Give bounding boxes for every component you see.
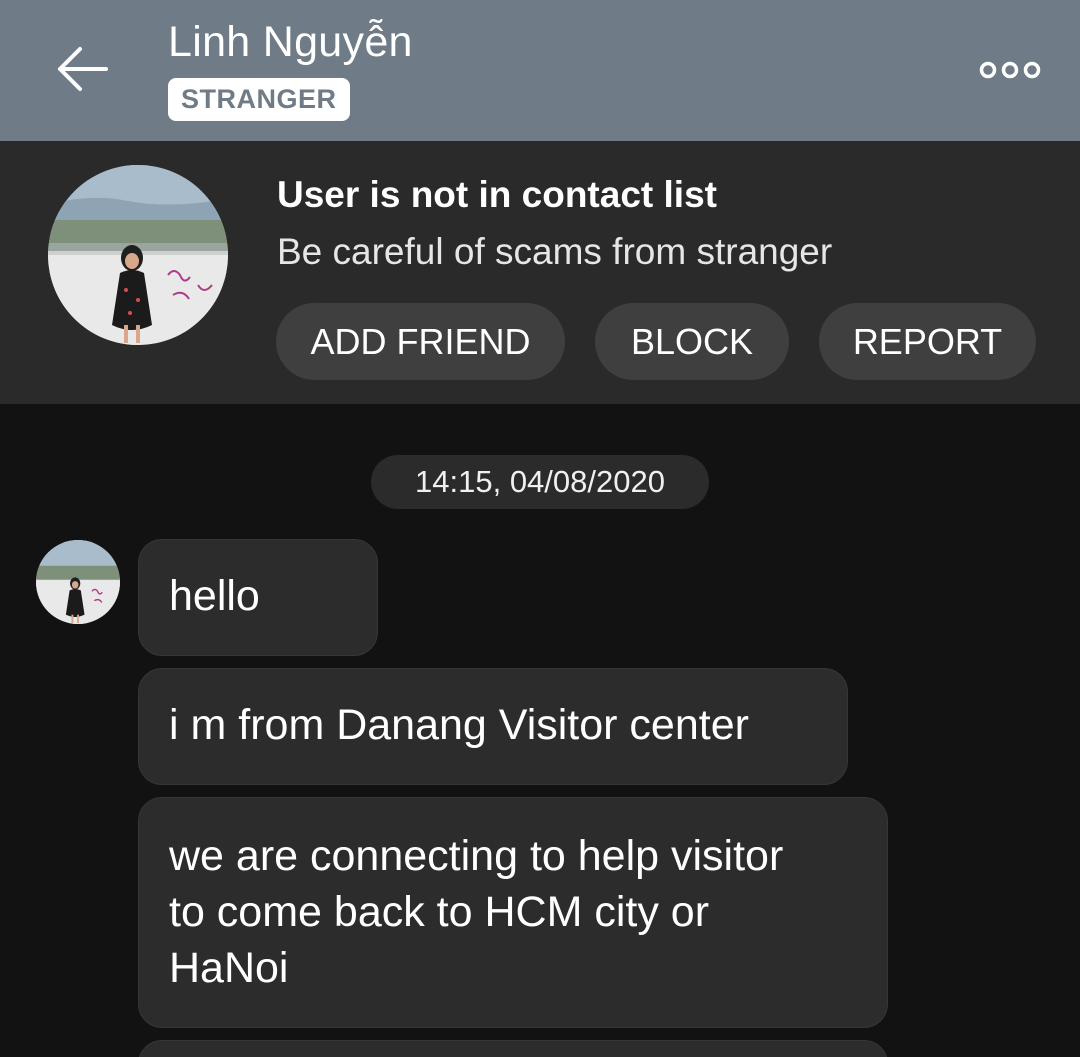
report-button[interactable]: REPORT [819, 303, 1036, 380]
message-timestamp: 14:15, 04/08/2020 [371, 455, 709, 509]
message-bubble[interactable]: hello [138, 539, 378, 656]
back-button[interactable] [50, 40, 114, 98]
chat-header: Linh Nguyễn STRANGER [0, 0, 1080, 141]
add-friend-button[interactable]: ADD FRIEND [276, 303, 565, 380]
message-bubble[interactable]: i m from Danang Visitor center [138, 668, 848, 785]
more-options-button[interactable] [970, 50, 1050, 90]
contact-avatar[interactable] [48, 165, 228, 345]
sender-avatar[interactable] [36, 540, 120, 624]
stranger-warning-banner: User is not in contact list Be careful o… [0, 141, 1080, 404]
avatar-photo [48, 165, 228, 345]
stranger-badge: STRANGER [168, 78, 350, 121]
warning-subtitle: Be careful of scams from stranger [277, 231, 833, 272]
message-bubble[interactable] [138, 1040, 888, 1057]
avatar-photo [36, 540, 120, 624]
block-button[interactable]: BLOCK [595, 303, 789, 380]
contact-name[interactable]: Linh Nguyễn [168, 18, 413, 67]
back-arrow-icon [58, 47, 108, 91]
chat-screen: Linh Nguyễn STRANGER User is not in cont… [0, 0, 1080, 1057]
warning-title: User is not in contact list [277, 174, 717, 215]
more-options-icon [979, 61, 1041, 79]
message-bubble[interactable]: we are connecting to help visitor to com… [138, 797, 888, 1028]
